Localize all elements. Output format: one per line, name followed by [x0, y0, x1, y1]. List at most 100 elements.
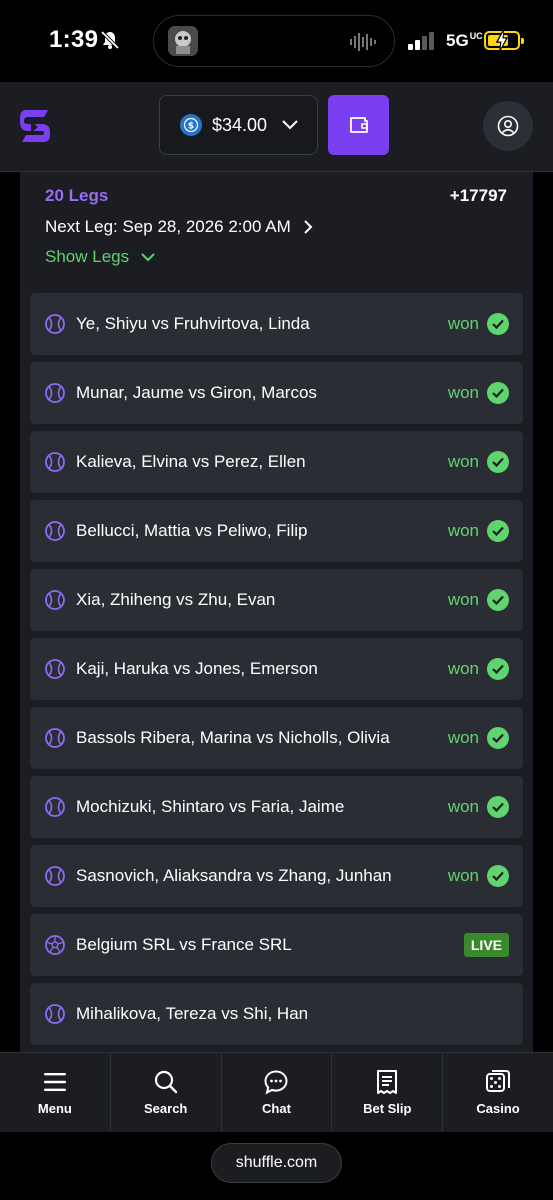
- bet-card: 20 Legs +17797 Next Leg: Sep 28, 2026 2:…: [20, 172, 533, 1052]
- leg-row[interactable]: Kaji, Haruka vs Jones, Emerson won: [30, 638, 523, 700]
- leg-match-name: Ye, Shiyu vs Fruhvirtova, Linda: [76, 314, 310, 333]
- check-circle-icon: [487, 658, 509, 680]
- cellular-signal-icon: [408, 32, 434, 50]
- soccer-ball-icon: [45, 935, 65, 955]
- tennis-ball-icon: [45, 866, 65, 886]
- bet-details: 20 Legs +17797 Next Leg: Sep 28, 2026 2:…: [0, 172, 553, 1052]
- leg-row[interactable]: Mihalikova, Tereza vs Shi, Han: [30, 983, 523, 1045]
- nav-search[interactable]: Search: [111, 1053, 222, 1132]
- leg-status: won: [447, 659, 479, 678]
- profile-button[interactable]: [483, 101, 533, 151]
- chevron-down-icon: [141, 253, 155, 262]
- legs-count: 20 Legs: [45, 186, 109, 205]
- dice-icon: [486, 1070, 511, 1092]
- check-circle-icon: [487, 313, 509, 335]
- nav-chat[interactable]: Chat: [222, 1053, 333, 1132]
- leg-row[interactable]: Munar, Jaume vs Giron, Marcos won: [30, 362, 523, 424]
- tennis-ball-icon: [45, 521, 65, 541]
- check-circle-icon: [487, 382, 509, 404]
- tennis-ball-icon: [45, 590, 65, 610]
- leg-status: won: [447, 728, 479, 747]
- app-header: $ $34.00: [0, 82, 553, 172]
- leg-status: won: [447, 521, 479, 540]
- leg-row[interactable]: Mochizuki, Shintaro vs Faria, Jaime won: [30, 776, 523, 838]
- leg-status: won: [447, 590, 479, 609]
- dynamic-island[interactable]: [153, 15, 395, 67]
- nav-menu[interactable]: Menu: [0, 1053, 111, 1132]
- menu-icon: [43, 1073, 66, 1091]
- chevron-right-icon: [304, 220, 313, 234]
- leg-status: won: [447, 452, 479, 471]
- chevron-down-icon: [282, 120, 298, 130]
- url-pill[interactable]: shuffle.com: [211, 1143, 342, 1183]
- network-type: 5GUC: [446, 31, 483, 50]
- wallet-button[interactable]: [328, 95, 389, 155]
- leg-match-name: Munar, Jaume vs Giron, Marcos: [76, 383, 317, 402]
- user-icon: [497, 115, 519, 137]
- check-circle-icon: [487, 865, 509, 887]
- svg-text:$: $: [188, 122, 194, 132]
- leg-row[interactable]: Bellucci, Mattia vs Peliwo, Filip won: [30, 500, 523, 562]
- nav-bet-slip-label: Bet Slip: [363, 1101, 412, 1116]
- nav-menu-label: Menu: [37, 1101, 72, 1116]
- bell-off-icon: [100, 30, 120, 50]
- audio-waveform-icon: [350, 33, 376, 51]
- tennis-ball-icon: [45, 728, 65, 748]
- chat-bubble-icon: [264, 1070, 288, 1095]
- leg-status: won: [447, 314, 479, 333]
- now-playing-artwork-icon: [168, 26, 198, 56]
- check-circle-icon: [487, 520, 509, 542]
- usdc-coin-icon: $: [180, 114, 202, 136]
- battery-charging-icon: [484, 31, 524, 50]
- shuffle-logo-icon[interactable]: [18, 108, 52, 144]
- leg-match-name: Kaji, Haruka vs Jones, Emerson: [76, 659, 318, 678]
- leg-row[interactable]: Bassols Ribera, Marina vs Nicholls, Oliv…: [30, 707, 523, 769]
- nav-search-label: Search: [144, 1101, 188, 1116]
- wallet-icon: [349, 117, 368, 133]
- leg-row[interactable]: Sasnovich, Aliaksandra vs Zhang, Junhan w…: [30, 845, 523, 907]
- nav-bet-slip[interactable]: Bet Slip: [332, 1053, 444, 1132]
- leg-row[interactable]: Belgium SRL vs France SRL LIVE: [30, 914, 523, 976]
- tennis-ball-icon: [45, 1004, 65, 1024]
- leg-match-name: Mihalikova, Tereza vs Shi, Han: [76, 1004, 309, 1023]
- leg-match-name: Bellucci, Mattia vs Peliwo, Filip: [76, 521, 308, 540]
- leg-match-name: Bassols Ribera, Marina vs Nicholls, Oliv…: [76, 728, 390, 747]
- status-time: 1:39: [49, 26, 99, 53]
- leg-row[interactable]: Ye, Shiyu vs Fruhvirtova, Linda won: [30, 293, 523, 355]
- leg-match-name: Kalieva, Elvina vs Perez, Ellen: [76, 452, 306, 471]
- bottom-navigation: Menu Search Chat Bet Slip Casino: [0, 1052, 553, 1132]
- nav-casino[interactable]: Casino: [443, 1053, 553, 1132]
- leg-match-name: Mochizuki, Shintaro vs Faria, Jaime: [76, 797, 345, 816]
- next-leg-text: Next Leg: Sep 28, 2026 2:00 AM: [45, 217, 291, 236]
- leg-status: won: [447, 797, 479, 816]
- check-circle-icon: [487, 796, 509, 818]
- check-circle-icon: [487, 727, 509, 749]
- tennis-ball-icon: [45, 797, 65, 817]
- balance-amount: $34.00: [212, 114, 268, 135]
- leg-match-name: Xia, Zhiheng vs Zhu, Evan: [76, 590, 276, 609]
- check-circle-icon: [487, 589, 509, 611]
- url-text: shuffle.com: [235, 1154, 318, 1171]
- tennis-ball-icon: [45, 383, 65, 403]
- live-badge: LIVE: [463, 933, 509, 957]
- nav-casino-label: Casino: [476, 1101, 520, 1116]
- check-circle-icon: [487, 451, 509, 473]
- tennis-ball-icon: [45, 452, 65, 472]
- status-bar: 1:39 5GUC: [0, 0, 553, 82]
- receipt-icon: [377, 1070, 398, 1094]
- browser-bar: shuffle.com: [0, 1132, 553, 1200]
- nav-chat-label: Chat: [262, 1101, 291, 1116]
- leg-match-name: Sasnovich, Aliaksandra vs Zhang, Junhan: [76, 866, 392, 885]
- show-legs-toggle[interactable]: Show Legs: [45, 247, 155, 267]
- leg-status: won: [447, 383, 479, 402]
- balance-dropdown[interactable]: $ $34.00: [159, 95, 318, 155]
- leg-row[interactable]: Xia, Zhiheng vs Zhu, Evan won: [30, 569, 523, 631]
- next-leg-link[interactable]: Next Leg: Sep 28, 2026 2:00 AM: [45, 217, 313, 237]
- tennis-ball-icon: [45, 314, 65, 334]
- leg-status: won: [447, 866, 479, 885]
- show-legs-label: Show Legs: [45, 247, 130, 266]
- tennis-ball-icon: [45, 659, 65, 679]
- leg-row[interactable]: Kalieva, Elvina vs Perez, Ellen won: [30, 431, 523, 493]
- leg-match-name: Belgium SRL vs France SRL: [76, 935, 292, 954]
- bet-odds: +17797: [449, 186, 507, 205]
